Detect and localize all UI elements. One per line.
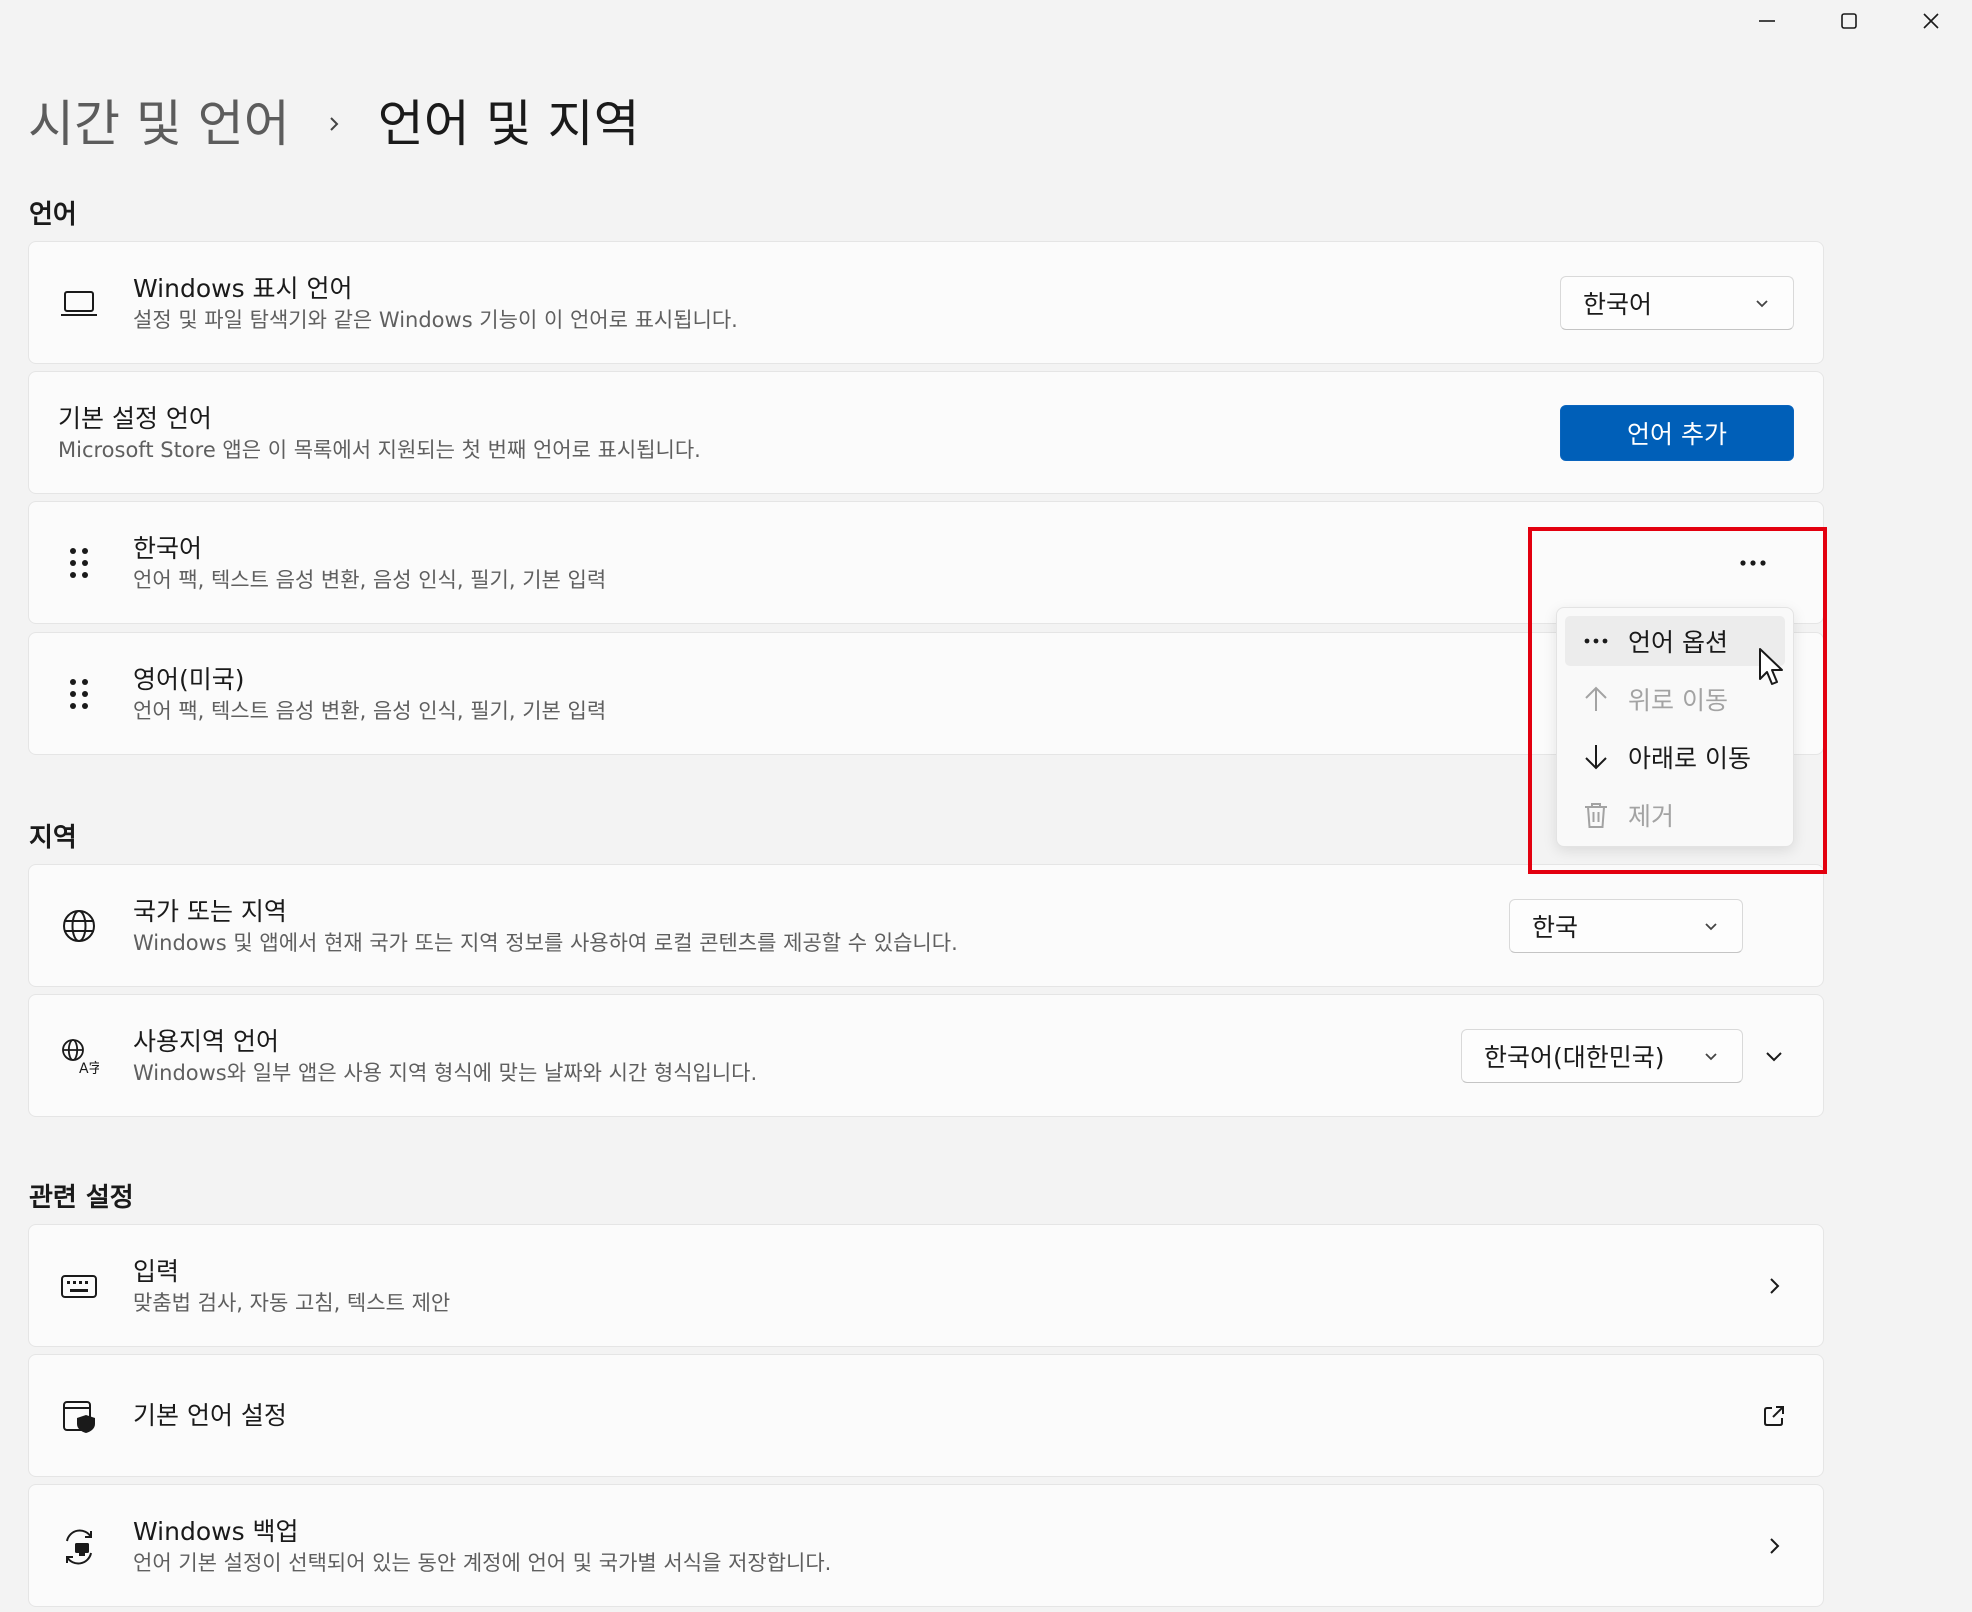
country-region-card: 국가 또는 지역 Windows 및 앱에서 현재 국가 또는 지역 정보를 사… xyxy=(28,864,1824,987)
chevron-down-icon xyxy=(1702,1047,1720,1065)
globe-icon xyxy=(59,906,99,946)
drag-handle-icon[interactable] xyxy=(59,543,99,583)
drag-handle-icon[interactable] xyxy=(59,674,99,714)
section-heading-region: 지역 xyxy=(29,823,77,853)
windows-backup-link[interactable]: Windows 백업 언어 기본 설정이 선택되어 있는 동안 계정에 언어 및… xyxy=(28,1484,1824,1607)
arrow-down-icon xyxy=(1580,741,1612,773)
close-icon xyxy=(1923,13,1939,29)
menu-item-label: 제거 xyxy=(1628,802,1675,831)
chevron-right-icon xyxy=(1757,1269,1791,1303)
expand-chevron-icon[interactable] xyxy=(1757,1039,1791,1073)
section-heading-related: 관련 설정 xyxy=(29,1183,134,1213)
page-title: 언어 및 지역 xyxy=(377,95,640,153)
country-region-value: 한국 xyxy=(1532,912,1579,942)
display-language-card: Windows 표시 언어 설정 및 파일 탐색기와 같은 Windows 기능… xyxy=(28,241,1824,364)
chevron-right-icon xyxy=(316,114,352,134)
typing-title: 입력 xyxy=(133,1256,180,1286)
breadcrumb-parent[interactable]: 시간 및 언어 xyxy=(28,88,290,160)
display-language-dropdown[interactable]: 한국어 xyxy=(1560,275,1794,330)
menu-item-label: 언어 옵션 xyxy=(1628,628,1728,657)
menu-item-label: 아래로 이동 xyxy=(1628,744,1751,773)
close-button[interactable] xyxy=(1890,0,1972,42)
menu-item-move-up[interactable]: 위로 이동 xyxy=(1565,674,1785,724)
more-icon xyxy=(1580,625,1612,657)
chevron-right-icon xyxy=(1757,1529,1791,1563)
minimize-button[interactable] xyxy=(1726,0,1808,42)
admin-language-title: 기본 언어 설정 xyxy=(133,1400,287,1430)
display-language-desc: 설정 및 파일 탐색기와 같은 Windows 기능이 이 언어로 표시됩니다. xyxy=(133,307,738,332)
breadcrumb: 시간 및 언어 언어 및 지역 xyxy=(28,88,640,160)
preferred-language-desc: Microsoft Store 앱은 이 목록에서 지원되는 첫 번째 언어로 … xyxy=(58,437,701,462)
typing-settings-link[interactable]: 입력 맞춤법 검사, 자동 고침, 텍스트 제안 xyxy=(28,1224,1824,1347)
preferred-language-card: 기본 설정 언어 Microsoft Store 앱은 이 목록에서 지원되는 … xyxy=(28,371,1824,494)
typing-desc: 맞춤법 검사, 자동 고침, 텍스트 제안 xyxy=(133,1290,451,1315)
regional-format-value: 한국어(대한민국) xyxy=(1484,1042,1665,1072)
window-controls xyxy=(1726,0,1972,42)
svg-text:A字: A字 xyxy=(79,1061,99,1076)
language-features: 언어 팩, 텍스트 음성 변환, 음성 인식, 필기, 기본 입력 xyxy=(133,698,607,723)
maximize-button[interactable] xyxy=(1808,0,1890,42)
language-name: 한국어 xyxy=(133,533,203,563)
windows-backup-title: Windows 백업 xyxy=(133,1516,299,1546)
menu-item-remove[interactable]: 제거 xyxy=(1565,790,1785,840)
country-region-dropdown[interactable]: 한국 xyxy=(1509,898,1743,953)
country-region-desc: Windows 및 앱에서 현재 국가 또는 지역 정보를 사용하여 로컬 콘텐… xyxy=(133,930,958,955)
windows-backup-desc: 언어 기본 설정이 선택되어 있는 동안 계정에 언어 및 국가별 서식을 저장… xyxy=(133,1550,832,1575)
regional-format-desc: Windows와 일부 앱은 사용 지역 형식에 맞는 날짜와 시간 형식입니다… xyxy=(133,1060,758,1085)
admin-language-settings-link[interactable]: 기본 언어 설정 xyxy=(28,1354,1824,1477)
open-external-icon xyxy=(1757,1399,1791,1433)
country-region-title: 국가 또는 지역 xyxy=(133,896,287,926)
display-language-title: Windows 표시 언어 xyxy=(133,273,353,303)
language-region-icon: A字 xyxy=(59,1036,99,1076)
laptop-icon xyxy=(59,283,99,323)
regional-format-card[interactable]: A字 사용지역 언어 Windows와 일부 앱은 사용 지역 형식에 맞는 날… xyxy=(28,994,1824,1117)
language-name: 영어(미국) xyxy=(133,664,245,694)
minimize-icon xyxy=(1759,20,1775,22)
trash-icon xyxy=(1580,799,1612,831)
menu-item-language-options[interactable]: 언어 옵션 xyxy=(1565,616,1785,666)
arrow-up-icon xyxy=(1580,683,1612,715)
regional-format-title: 사용지역 언어 xyxy=(133,1026,279,1056)
maximize-icon xyxy=(1841,13,1857,29)
section-heading-language: 언어 xyxy=(29,200,77,230)
menu-item-label: 위로 이동 xyxy=(1628,686,1728,715)
regional-format-dropdown[interactable]: 한국어(대한민국) xyxy=(1461,1028,1743,1083)
add-language-button[interactable]: 언어 추가 xyxy=(1560,404,1794,461)
chevron-down-icon xyxy=(1702,917,1720,935)
language-features: 언어 팩, 텍스트 음성 변환, 음성 인식, 필기, 기본 입력 xyxy=(133,567,607,592)
keyboard-icon xyxy=(59,1266,99,1306)
backup-sync-icon xyxy=(59,1526,99,1566)
display-language-value: 한국어 xyxy=(1583,289,1653,319)
admin-shield-icon xyxy=(59,1396,99,1436)
chevron-down-icon xyxy=(1753,294,1771,312)
language-context-menu: 언어 옵션 위로 이동 아래로 이동 제거 xyxy=(1556,607,1794,847)
mouse-cursor-icon xyxy=(1758,647,1786,691)
menu-item-move-down[interactable]: 아래로 이동 xyxy=(1565,732,1785,782)
preferred-language-title: 기본 설정 언어 xyxy=(58,403,212,433)
